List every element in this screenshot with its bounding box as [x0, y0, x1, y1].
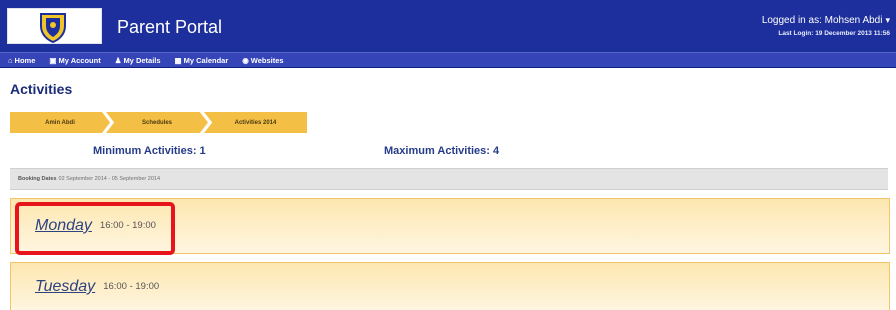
account-icon: ▣	[49, 55, 57, 65]
app-header: Parent Portal Logged in as: Mohsen Abdi ▾…	[0, 0, 896, 52]
day-panel-tuesday[interactable]: Tuesday 16:00 - 19:00	[10, 262, 890, 310]
nav-my-account[interactable]: ▣ My Account	[49, 56, 100, 65]
shield-logo-icon	[40, 13, 66, 43]
minimum-activities: Minimum Activities: 1	[93, 145, 206, 157]
day-panel-monday[interactable]: Monday 16:00 - 19:00	[10, 198, 890, 254]
day-link-monday[interactable]: Monday	[35, 216, 92, 236]
booking-dates-label: Booking Dates	[18, 176, 57, 182]
school-logo[interactable]	[7, 8, 102, 44]
app-title: Parent Portal	[117, 17, 223, 37]
nav-my-details[interactable]: ♟ My Details	[115, 56, 161, 65]
main-nav: ⌂ Home ▣ My Account ♟ My Details ▦ My Ca…	[0, 52, 896, 68]
nav-home-label: Home	[14, 55, 36, 65]
nav-home[interactable]: ⌂ Home	[8, 56, 35, 65]
day-time-monday: 16:00 - 19:00	[99, 220, 156, 231]
day-link-tuesday[interactable]: Tuesday	[35, 277, 95, 297]
globe-icon: ◉	[242, 55, 249, 65]
user-info[interactable]: Logged in as: Mohsen Abdi ▾ Last Login: 1…	[762, 14, 890, 39]
last-login-text: Last Login: 19 December 2013 11:56	[778, 30, 890, 37]
booking-dates-value: 02 September 2014 - 05 September 2014	[58, 176, 161, 182]
nav-my-calendar[interactable]: ▦ My Calendar	[175, 56, 229, 65]
breadcrumb-item-student[interactable]: Amin Abdi	[10, 112, 110, 133]
logged-in-text: Logged in as: Mohsen Abdi	[761, 15, 883, 26]
breadcrumb: Amin Abdi Schedules Activities 2014	[10, 112, 310, 133]
maximum-activities: Maximum Activities: 4	[384, 145, 500, 157]
nav-websites-label: Websites	[250, 55, 284, 65]
chevron-down-icon[interactable]: ▾	[885, 14, 890, 27]
breadcrumb-item-schedules[interactable]: Schedules	[106, 112, 208, 133]
nav-websites[interactable]: ◉ Websites	[242, 56, 283, 65]
nav-my-calendar-label: My Calendar	[183, 55, 229, 65]
home-icon: ⌂	[8, 55, 13, 65]
nav-my-details-label: My Details	[123, 55, 161, 65]
nav-my-account-label: My Account	[58, 55, 101, 65]
calendar-icon: ▦	[174, 55, 182, 65]
day-time-tuesday: 16:00 - 19:00	[103, 281, 160, 292]
booking-dates-bar: Booking Dates 02 September 2014 - 05 Sep…	[10, 168, 888, 190]
user-icon: ♟	[114, 55, 122, 65]
page-title: Activities	[10, 81, 73, 97]
breadcrumb-item-activities[interactable]: Activities 2014	[204, 112, 307, 133]
